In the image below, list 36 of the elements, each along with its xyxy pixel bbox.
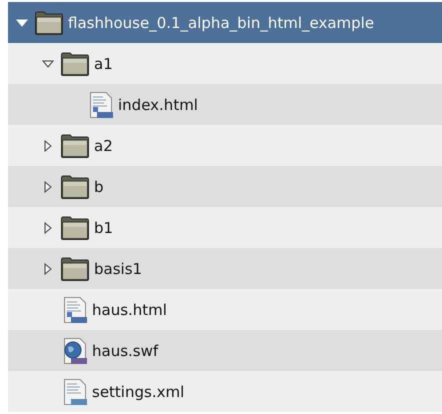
item-name: basis1 bbox=[94, 260, 142, 278]
tree-row[interactable]: haus.html bbox=[8, 289, 442, 330]
item-name: haus.swf bbox=[92, 342, 158, 360]
item-name: flashhouse_0.1_alpha_bin_html_example bbox=[68, 14, 374, 32]
document-icon bbox=[88, 90, 114, 118]
expanded-triangle-icon[interactable] bbox=[42, 58, 54, 70]
tree-row[interactable]: haus.swf bbox=[8, 330, 442, 371]
item-name: b bbox=[94, 178, 104, 196]
collapsed-triangle-icon[interactable] bbox=[42, 262, 54, 274]
collapsed-triangle-icon[interactable] bbox=[42, 180, 54, 192]
folder-icon bbox=[60, 214, 90, 240]
folder-icon bbox=[60, 132, 90, 158]
document-icon bbox=[62, 378, 88, 406]
folder-icon bbox=[60, 256, 90, 282]
tree-row[interactable]: settings.xml bbox=[8, 371, 442, 412]
tree-row[interactable]: index.html bbox=[8, 84, 442, 125]
tree-row[interactable]: a1 bbox=[8, 43, 442, 84]
tree-row[interactable]: flashhouse_0.1_alpha_bin_html_example bbox=[8, 2, 442, 43]
item-name: b1 bbox=[94, 218, 114, 236]
item-name: a1 bbox=[94, 54, 113, 72]
item-name: settings.xml bbox=[92, 382, 184, 400]
tree-row[interactable]: b1 bbox=[8, 207, 442, 248]
tree-row[interactable]: basis1 bbox=[8, 248, 442, 289]
tree-row[interactable]: b bbox=[8, 166, 442, 207]
tree-row[interactable]: a2 bbox=[8, 125, 442, 166]
globe-file-icon bbox=[62, 336, 88, 364]
item-name: haus.html bbox=[92, 300, 167, 318]
document-icon bbox=[62, 296, 88, 324]
expanded-triangle-icon[interactable] bbox=[16, 16, 28, 28]
item-name: a2 bbox=[94, 136, 113, 154]
collapsed-triangle-icon[interactable] bbox=[42, 222, 54, 234]
item-name: index.html bbox=[118, 96, 198, 114]
collapsed-triangle-icon[interactable] bbox=[42, 140, 54, 152]
folder-icon bbox=[60, 50, 90, 76]
folder-icon bbox=[60, 174, 90, 200]
folder-icon bbox=[34, 10, 64, 36]
